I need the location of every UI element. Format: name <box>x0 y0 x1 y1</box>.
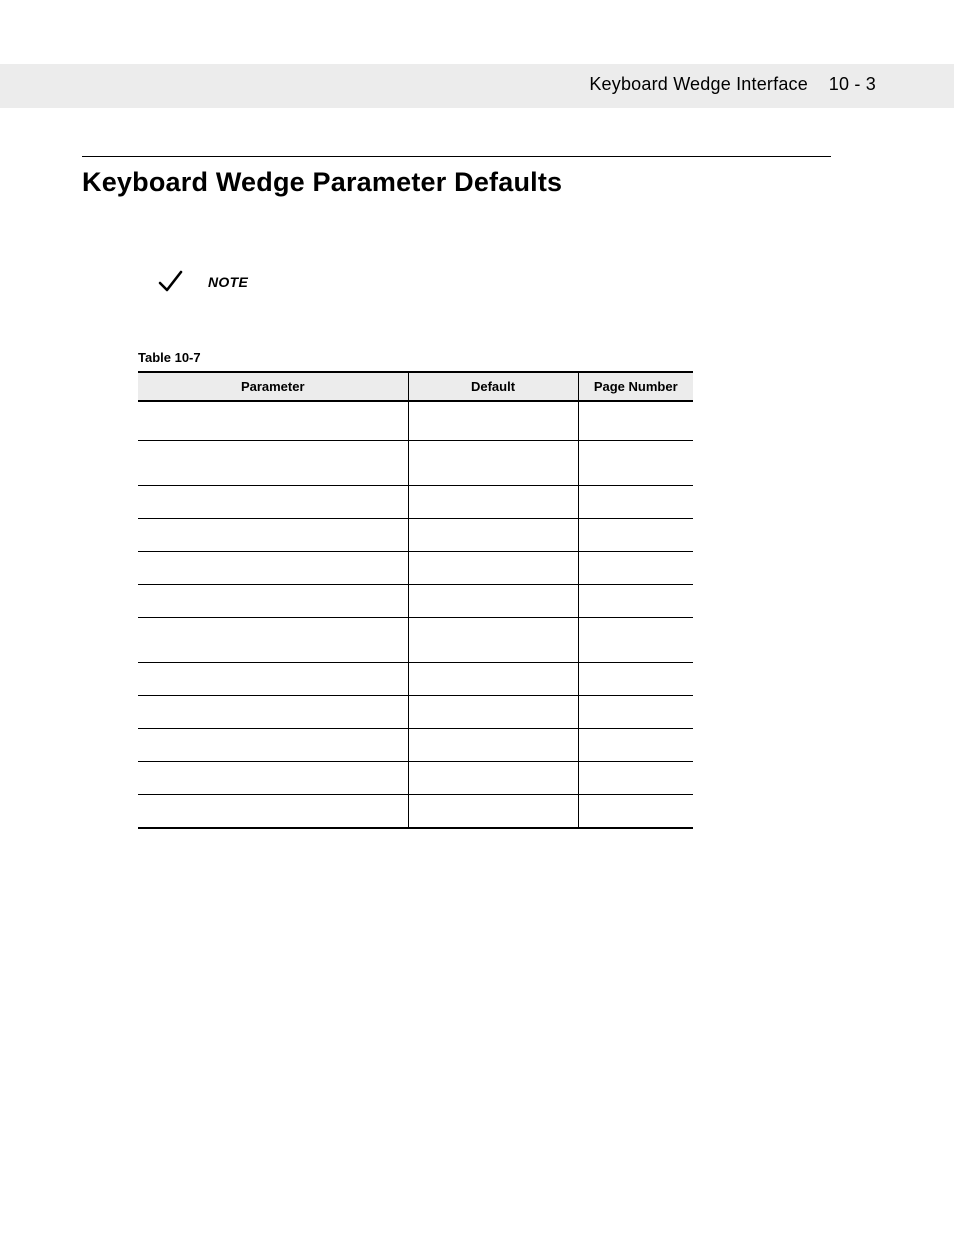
table-cell <box>578 729 693 762</box>
parameter-defaults-table: Parameter Default Page Number <box>138 371 693 829</box>
section-title: Keyboard Wedge Parameter Defaults <box>82 167 831 198</box>
table-cell <box>408 762 578 795</box>
table-header-row: Parameter Default Page Number <box>138 372 693 401</box>
table-cell <box>578 486 693 519</box>
col-header-parameter: Parameter <box>138 372 408 401</box>
table-cell <box>138 486 408 519</box>
check-icon <box>156 268 184 296</box>
table-cell <box>578 401 693 441</box>
table-cell <box>578 552 693 585</box>
col-header-default: Default <box>408 372 578 401</box>
table-row <box>138 401 693 441</box>
note-label: NOTE <box>208 274 248 290</box>
table-cell <box>578 618 693 663</box>
table-cell <box>138 696 408 729</box>
table-cell <box>138 401 408 441</box>
table-row <box>138 552 693 585</box>
table-cell <box>138 519 408 552</box>
table-row <box>138 696 693 729</box>
table-caption: Table 10-7 <box>138 350 831 365</box>
table-cell <box>138 729 408 762</box>
table-cell <box>408 618 578 663</box>
table-cell <box>138 762 408 795</box>
table-cell <box>408 486 578 519</box>
table-row <box>138 618 693 663</box>
table-cell <box>408 696 578 729</box>
table-block: Table 10-7 Parameter Default Page Number <box>138 350 831 829</box>
table-cell <box>408 795 578 829</box>
section-rule <box>82 156 831 157</box>
table-row <box>138 441 693 486</box>
table-row <box>138 663 693 696</box>
table-cell <box>578 519 693 552</box>
table-cell <box>408 519 578 552</box>
table-row <box>138 486 693 519</box>
table-cell <box>578 585 693 618</box>
table-row <box>138 762 693 795</box>
table-cell <box>138 618 408 663</box>
table-row <box>138 585 693 618</box>
table-cell <box>138 663 408 696</box>
page-body: Keyboard Wedge Parameter Defaults NOTE T… <box>0 156 954 829</box>
note-block: NOTE <box>156 268 831 296</box>
table-cell <box>578 696 693 729</box>
table-cell <box>408 663 578 696</box>
table-cell <box>408 552 578 585</box>
running-header: Keyboard Wedge Interface 10 - 3 <box>589 74 876 95</box>
running-header-page: 10 - 3 <box>829 74 876 94</box>
table-row <box>138 729 693 762</box>
table-cell <box>138 552 408 585</box>
table-cell <box>138 441 408 486</box>
running-header-title: Keyboard Wedge Interface <box>589 74 808 94</box>
col-header-page-number: Page Number <box>578 372 693 401</box>
table-cell <box>408 585 578 618</box>
table-cell <box>408 729 578 762</box>
table-row <box>138 519 693 552</box>
table-cell <box>408 401 578 441</box>
table-row <box>138 795 693 829</box>
table-cell <box>578 441 693 486</box>
table-cell <box>408 441 578 486</box>
page-header-band: Keyboard Wedge Interface 10 - 3 <box>0 64 954 108</box>
table-cell <box>138 795 408 829</box>
table-cell <box>578 795 693 829</box>
table-cell <box>578 762 693 795</box>
table-cell <box>138 585 408 618</box>
table-cell <box>578 663 693 696</box>
